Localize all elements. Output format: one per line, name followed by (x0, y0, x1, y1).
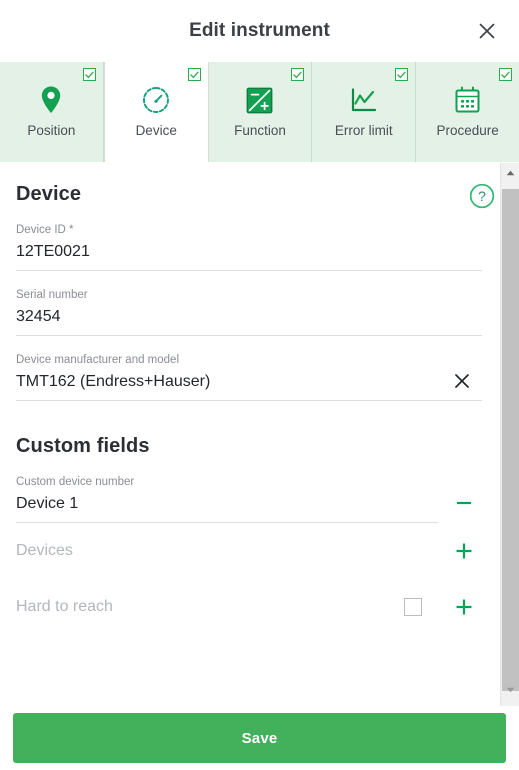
custom-device-number-value[interactable]: Device 1 (16, 493, 438, 515)
tab-function-label: Function (234, 123, 286, 138)
device-section-title: Device (16, 183, 82, 205)
plus-icon[interactable] (454, 541, 474, 561)
tab-procedure-checkbox[interactable] (498, 68, 512, 81)
minus-icon[interactable] (454, 493, 474, 513)
tab-error-limit-label: Error limit (334, 123, 393, 138)
tab-position[interactable]: Position (0, 62, 104, 162)
hard-to-reach-checkbox[interactable] (404, 598, 422, 616)
custom-device-number-field[interactable]: Custom device number Device 1 (16, 475, 471, 523)
tab-device[interactable]: Device (103, 62, 209, 162)
function-icon (246, 84, 273, 116)
calendar-icon (454, 84, 481, 116)
devices-row[interactable]: Devices (16, 523, 482, 579)
page-title: Edit instrument (189, 20, 330, 41)
dialog-footer: Save (0, 707, 519, 770)
form-scroll-area: Device Device ID * 12TE0021 Serial numbe… (0, 162, 519, 707)
tab-device-checkbox[interactable] (187, 68, 201, 81)
vertical-scrollbar[interactable] (500, 163, 519, 706)
map-pin-icon (39, 84, 63, 116)
dialog-header: Edit instrument (0, 0, 519, 62)
form-content: Device Device ID * 12TE0021 Serial numbe… (0, 162, 498, 635)
caret-down-icon[interactable] (501, 681, 519, 698)
clear-icon[interactable] (452, 371, 474, 393)
devices-placeholder: Devices (16, 542, 73, 559)
serial-number-value[interactable]: 32454 (16, 306, 482, 328)
hard-to-reach-placeholder: Hard to reach (16, 598, 113, 615)
scrollbar-thumb[interactable] (502, 189, 519, 691)
serial-number-field[interactable]: Serial number 32454 (16, 288, 482, 336)
gauge-icon (141, 84, 171, 116)
device-id-label: Device ID * (16, 224, 74, 236)
plus-icon[interactable] (454, 597, 474, 617)
tab-error-limit[interactable]: Error limit (312, 62, 417, 162)
device-manufacturer-model-field[interactable]: Device manufacturer and model TMT162 (En… (16, 353, 482, 401)
edit-instrument-dialog: Edit instrument Position Device Function… (0, 0, 519, 770)
line-chart-icon (350, 84, 378, 116)
custom-device-number-label: Custom device number (16, 476, 135, 488)
caret-up-icon[interactable] (501, 164, 519, 181)
custom-fields-section-title: Custom fields (16, 435, 150, 457)
tab-error-limit-checkbox[interactable] (395, 68, 409, 81)
tab-position-label: Position (27, 123, 76, 138)
svg-text:?: ? (478, 188, 486, 204)
tab-function[interactable]: Function (208, 62, 313, 162)
device-manufacturer-model-value[interactable]: TMT162 (Endress+Hauser) (16, 371, 482, 393)
device-manufacturer-model-label: Device manufacturer and model (16, 354, 179, 366)
tab-bar: Position Device Function Error limit Pro… (0, 62, 519, 162)
tab-position-checkbox[interactable] (82, 68, 96, 81)
hard-to-reach-row[interactable]: Hard to reach (16, 579, 482, 635)
tab-procedure-label: Procedure (436, 123, 499, 138)
serial-number-label: Serial number (16, 289, 88, 301)
close-icon[interactable] (473, 17, 501, 45)
question-circle-icon[interactable]: ? (469, 183, 495, 209)
device-id-value[interactable]: 12TE0021 (16, 241, 482, 263)
tab-function-checkbox[interactable] (291, 68, 305, 81)
device-id-field[interactable]: Device ID * 12TE0021 (16, 223, 482, 271)
tab-device-label: Device (135, 123, 177, 138)
save-button[interactable]: Save (13, 713, 506, 763)
tab-procedure[interactable]: Procedure (416, 62, 519, 162)
